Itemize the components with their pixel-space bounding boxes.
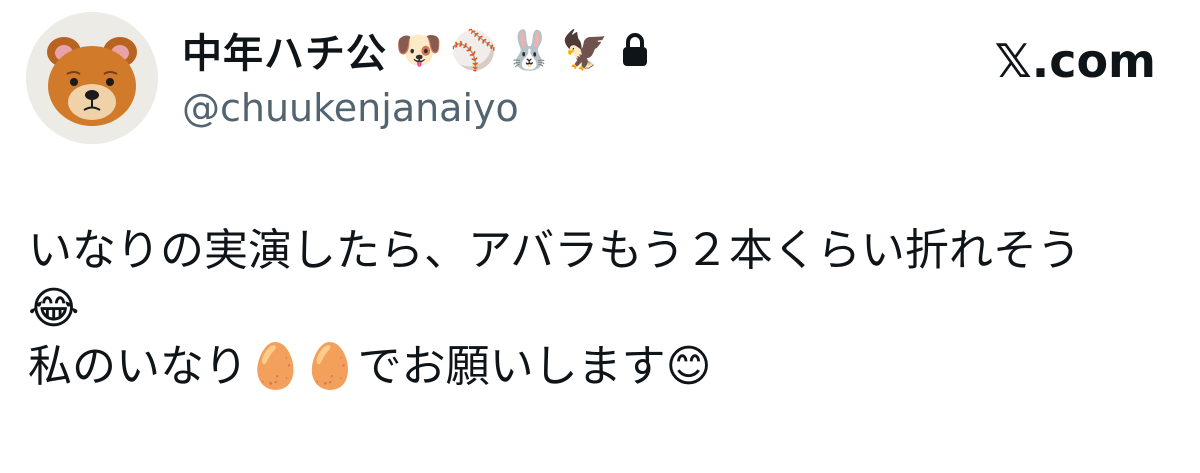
display-name[interactable]: 中年ハチ公	[182, 21, 387, 79]
x-com-logo: 𝕏.com	[994, 34, 1156, 88]
dog-face-avatar-icon	[26, 12, 158, 144]
egg-emoji-icon: 🥚	[302, 341, 358, 392]
tears-of-joy-emoji-icon: 😂	[28, 283, 80, 334]
dog-emoji-icon: 🐶	[395, 28, 443, 72]
tweet-line-3-text-a: 私のいなり	[28, 341, 248, 392]
tweet-text: いなりの実演したら、アバラもう２本くらい折れそう 😂 私のいなり🥚🥚でお願いしま…	[28, 222, 1178, 396]
avatar[interactable]	[26, 12, 158, 144]
tweet-line-1: いなりの実演したら、アバラもう２本くらい折れそう	[28, 225, 1081, 276]
lock-icon	[623, 33, 648, 66]
tweet-line-3: 私のいなり🥚🥚でお願いします😊	[28, 338, 1178, 396]
user-handle[interactable]: @chuukenjanaiyo	[182, 86, 519, 130]
tweet-card: 中年ハチ公 🐶 ⚾ 🐰 🦅 @chuukenjanaiyo 𝕏.com いなりの…	[0, 0, 1200, 473]
tweet-line-3-text-b: でお願いします	[357, 341, 666, 392]
smiling-face-emoji-icon: 😊	[665, 341, 712, 392]
eagle-emoji-icon: 🦅	[560, 28, 609, 72]
baseball-emoji-icon: ⚾	[450, 28, 498, 72]
name-row: 中年ハチ公 🐶 ⚾ 🐰 🦅	[182, 22, 650, 78]
rabbit-emoji-icon: 🐰	[505, 28, 553, 72]
tweet-line-2: 😂	[28, 280, 1178, 338]
egg-emoji-icon: 🥚	[248, 341, 303, 392]
